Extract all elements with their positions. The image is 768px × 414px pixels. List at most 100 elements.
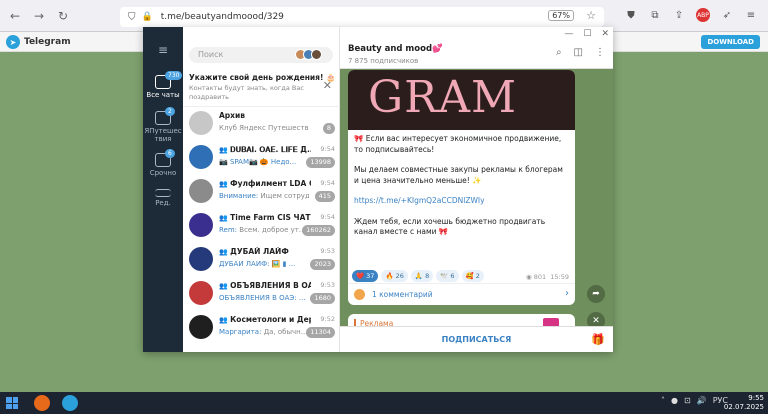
download-button[interactable]: DOWNLOAD	[701, 35, 760, 49]
chat-name: 👥 𝐃𝐔𝐁𝐀𝐈. 𝐎𝐀𝐄. 𝐋𝐈𝐅𝐄 Д...	[219, 145, 311, 154]
more-options-icon[interactable]: ⋮	[595, 47, 605, 58]
group-icon: 👥	[219, 180, 231, 188]
network-icon[interactable]: ⊡	[684, 396, 691, 405]
sliders-icon	[155, 189, 171, 197]
subscribe-bar: ПОДПИСАТЬСЯ 🎁	[340, 326, 613, 352]
folder-label: Все чаты	[146, 91, 180, 99]
hamburger-menu-icon[interactable]: ≡	[143, 43, 183, 57]
folder-badge: 6	[165, 149, 175, 158]
address-bar[interactable]: ⛉ 🔒 t.me/beautyandmoood/329 67% ☆	[120, 7, 604, 27]
url-text[interactable]: t.me/beautyandmoood/329	[161, 12, 284, 22]
avatar	[189, 145, 213, 169]
share-icon[interactable]: ⇪	[672, 8, 686, 22]
chat-list: Поиск Укажите свой день рождения! 🎂 Конт…	[183, 27, 340, 352]
chevron-up-icon[interactable]: ˄	[661, 396, 665, 405]
site-name[interactable]: Telegram	[24, 37, 71, 47]
folder-edit[interactable]: Ред.	[143, 189, 183, 207]
channel-title[interactable]: Beauty and mood💕	[348, 44, 443, 54]
story-avatars[interactable]	[295, 49, 337, 60]
forward-icon[interactable]: →	[30, 7, 48, 25]
comments-label: 1 комментарий	[372, 290, 433, 299]
bookmark-star-icon[interactable]: ☆	[586, 9, 596, 22]
birthday-subtitle: Контакты будут знать, когда Вас поздрави…	[189, 84, 304, 101]
rocket-icon[interactable]: ➶	[720, 8, 734, 22]
avatar	[189, 281, 213, 305]
chat-row[interactable]: 👥 Фулфилмент LDA GR... 9:54 Внимание: Ищ…	[183, 175, 340, 209]
story-avatar[interactable]	[311, 49, 322, 60]
chat-preview: 📷 SPAM📷 🎃 Недо...	[219, 158, 297, 166]
folder-urgent[interactable]: 6 Срочно	[143, 149, 183, 177]
unread-badge: 11304	[306, 327, 335, 338]
chat-time: 9:54	[320, 179, 335, 187]
chat-row[interactable]: 👥 ДУБАЙ ЛАЙФ 9:53 ДУБАЙ ЛАЙФ: 🖼️ ▮ ... 2…	[183, 243, 340, 277]
group-icon: 👥	[219, 248, 231, 256]
folder-all-chats[interactable]: 730 Все чаты	[143, 71, 183, 99]
window-controls: — ☐ ✕	[564, 29, 609, 39]
post-meta: ◉ 801 15:59	[525, 273, 569, 281]
back-icon[interactable]: ←	[6, 7, 24, 25]
unread-badge: 415	[314, 191, 335, 202]
folder-label: ЯПутешествия	[144, 127, 182, 143]
chat-row[interactable]: 👥 Косметологи и Дерм... 9:52 Маргарита: …	[183, 311, 340, 345]
reaction-heart[interactable]: ❤️ 37	[352, 270, 379, 282]
reaction-fire[interactable]: 🔥 26	[381, 270, 408, 282]
chat-time: 9:54	[320, 213, 335, 221]
close-icon[interactable]: ✕	[323, 79, 332, 92]
unread-badge: 13998	[306, 157, 335, 168]
sidebar-toggle-icon[interactable]: ◫	[574, 47, 583, 58]
folder-rail: ≡ 730 Все чаты 2 ЯПутешествия 6 Срочно Р…	[143, 27, 183, 352]
reaction-love[interactable]: 🥰 2	[461, 270, 484, 282]
chat-row[interactable]: 👥 Time Farm CIS ЧАТ 9:54 Rem: Всем. добр…	[183, 209, 340, 243]
pocket-icon[interactable]: ⛊	[624, 8, 638, 22]
shield-icon[interactable]: ⛉	[128, 12, 136, 23]
adblock-icon[interactable]: ABP	[696, 8, 710, 22]
share-arrow-icon[interactable]: ➦	[587, 285, 605, 303]
chat-row-archive[interactable]: Архив Клуб Яндекс Путешествен... 8	[183, 107, 340, 141]
reload-icon[interactable]: ↻	[54, 7, 72, 25]
close-window-icon[interactable]: ✕	[601, 29, 609, 39]
folder-label: Срочно	[149, 169, 177, 177]
extensions-icon[interactable]: ⧉	[648, 8, 662, 22]
post-line: Мы делаем совместные закупы рекламы к бл…	[354, 165, 563, 185]
tray-app-icon[interactable]: ●	[671, 396, 678, 405]
telegram-taskbar-icon[interactable]	[62, 395, 78, 411]
zoom-level[interactable]: 67%	[548, 10, 574, 21]
post-link[interactable]: https://t.me/+KIgmQ2aCCDNlZWIy	[354, 196, 569, 207]
clock[interactable]: 9:55 02.07.2025	[724, 394, 764, 412]
search-icon[interactable]: ⌕	[556, 47, 562, 58]
chevron-right-icon: ›	[565, 288, 569, 299]
start-icon[interactable]	[6, 397, 18, 409]
subscribe-button[interactable]: ПОДПИСАТЬСЯ	[340, 335, 613, 344]
menu-icon[interactable]: ≡	[744, 8, 758, 22]
volume-icon[interactable]: 🔊	[697, 396, 707, 405]
post-text[interactable]: 🎀 Если вас интересует экономичное продви…	[354, 134, 569, 248]
chat-row[interactable]: 👥 ОБЪЯВЛЕНИЯ В ОАЭ 9:53 ОБЪЯВЛЕНИЯ В ОАЭ…	[183, 277, 340, 311]
avatar	[189, 315, 213, 339]
minimize-icon[interactable]: —	[564, 29, 573, 39]
avatar	[354, 289, 365, 300]
chat-name: 👥 Фулфилмент LDA GR...	[219, 179, 311, 188]
reactions: ❤️ 37 🔥 26 🙏 8 🕊️ 6 🥰 2	[352, 270, 484, 282]
firefox-icon[interactable]	[34, 395, 50, 411]
post-image[interactable]: GRAM	[348, 70, 575, 130]
message-bubble[interactable]: GRAM 🎀 Если вас интересует экономичное п…	[348, 70, 575, 300]
post-line: Ждем тебя, если хочешь бюджетно продвига…	[354, 216, 546, 237]
reaction-pray[interactable]: 🙏 8	[410, 270, 434, 282]
chat-preview: ДУБАЙ ЛАЙФ: 🖼️ ▮ ...	[219, 260, 296, 268]
clock-date: 02.07.2025	[723, 403, 764, 411]
birthday-banner[interactable]: Укажите свой день рождения! 🎂 Контакты б…	[183, 71, 340, 107]
folder-travel[interactable]: 2 ЯПутешествия	[143, 107, 183, 143]
post-image-text: GRAM	[368, 72, 518, 123]
folder-badge: 2	[165, 107, 175, 116]
telegram-logo-icon[interactable]: ➤	[6, 35, 20, 49]
lock-icon[interactable]: 🔒	[142, 12, 153, 22]
maximize-icon[interactable]: ☐	[583, 29, 591, 39]
avatar	[189, 179, 213, 203]
unread-badge: 160262	[302, 225, 335, 236]
reaction-dove[interactable]: 🕊️ 6	[436, 270, 459, 282]
comments-button[interactable]: 1 комментарий ›	[348, 283, 575, 305]
gift-icon[interactable]: 🎁	[591, 333, 605, 346]
unread-badge: 2023	[310, 259, 335, 270]
avatar	[189, 247, 213, 271]
chat-row[interactable]: 👥 𝐃𝐔𝐁𝐀𝐈. 𝐎𝐀𝐄. 𝐋𝐈𝐅𝐄 Д... 9:54 📷 SPAM📷 🎃 Н…	[183, 141, 340, 175]
